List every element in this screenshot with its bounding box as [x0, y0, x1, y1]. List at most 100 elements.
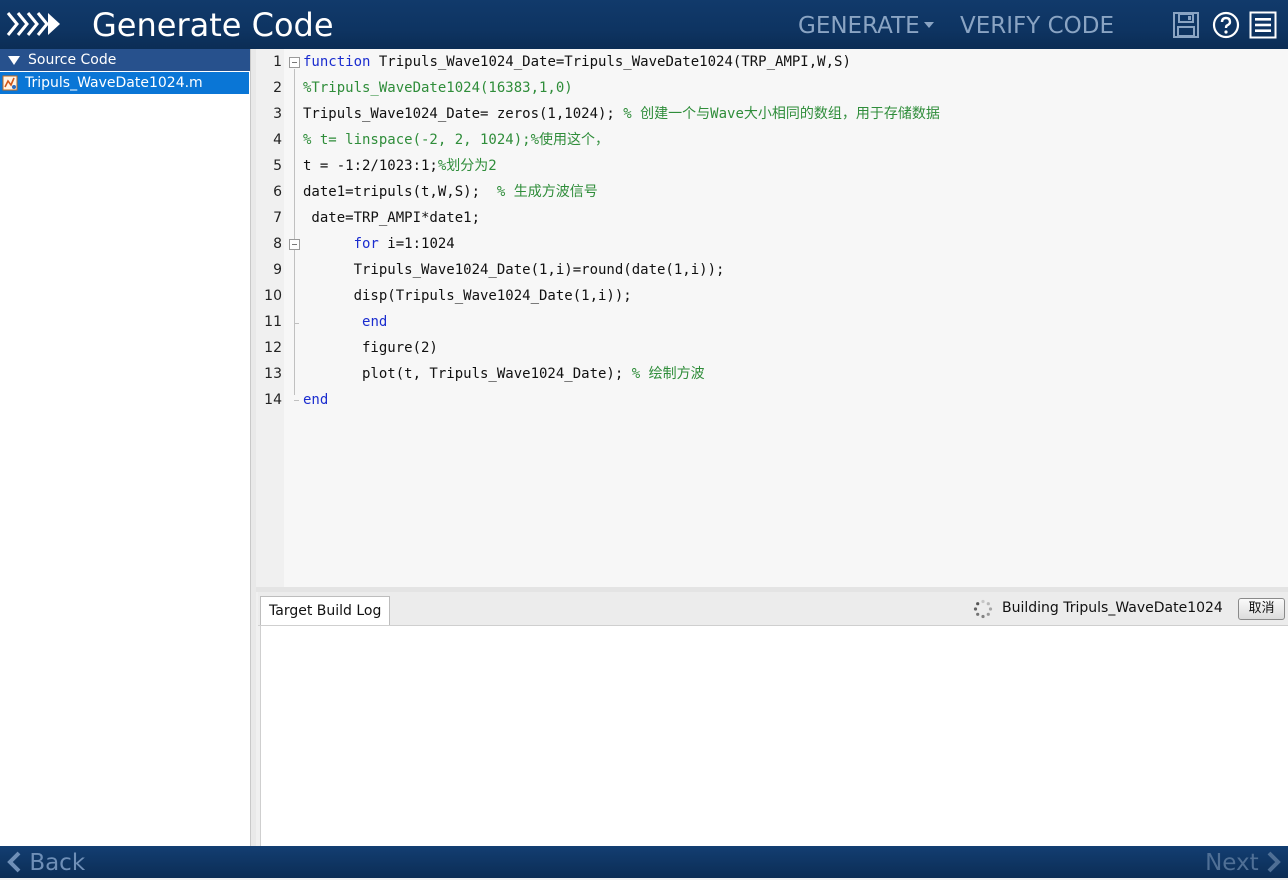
code-text: % t= linspace(-2, 2, 1024);%使用这个，: [303, 127, 609, 153]
source-file-label: Tripuls_WaveDate1024.m: [25, 75, 203, 91]
code-line[interactable]: 8 for i=1:1024: [256, 231, 1288, 257]
code-text: function Tripuls_Wave1024_Date=Tripuls_W…: [303, 49, 851, 75]
build-log-output[interactable]: [260, 626, 1288, 846]
source-file-item[interactable]: Tripuls_WaveDate1024.m: [0, 72, 249, 94]
matlab-file-icon: [2, 75, 18, 91]
code-line[interactable]: 2 %Tripuls_WaveDate1024(16383,1,0): [256, 75, 1288, 101]
line-number: 4: [273, 132, 282, 148]
code-text: t = -1:2/1023:1;%划分为2: [303, 153, 497, 179]
code-comment: % 创建一个与Wave大小相同的数组，用于存储数据: [623, 106, 940, 122]
header-bar: Generate Code GENERATE VERIFY CODE: [0, 0, 1288, 49]
code-token: Tripuls_Wave1024_Date=Tripuls_WaveDate10…: [370, 54, 851, 70]
fold-guide-end: [294, 323, 299, 324]
code-text: date1=tripuls(t,W,S); % 生成方波信号: [303, 179, 598, 205]
line-number: 12: [264, 340, 282, 356]
code-line[interactable]: 10 disp(Tripuls_Wave1024_Date(1,i));: [256, 283, 1288, 309]
code-token: disp(Tripuls_Wave1024_Date(1,i));: [303, 288, 632, 304]
code-text: figure(2): [303, 335, 438, 361]
line-number: 6: [273, 184, 282, 200]
code-token: Tripuls_Wave1024_Date(1,i)=round(date(1,…: [303, 262, 725, 278]
code-comment: % 生成方波信号: [496, 184, 598, 200]
line-number: 9: [273, 262, 282, 278]
line-number: 7: [273, 210, 282, 226]
fold-toggle-icon[interactable]: [289, 239, 300, 250]
code-line[interactable]: 7 date=TRP_AMPI*date1;: [256, 205, 1288, 231]
back-label: Back: [29, 850, 86, 876]
code-text: %Tripuls_WaveDate1024(16383,1,0): [303, 75, 573, 101]
hamburger-menu-icon[interactable]: [1249, 11, 1277, 39]
generate-label: GENERATE: [798, 13, 920, 39]
code-line[interactable]: 5 t = -1:2/1023:1;%划分为2: [256, 153, 1288, 179]
code-token: t = -1:2/1023:1;: [303, 158, 438, 174]
source-code-section-header[interactable]: Source Code: [0, 49, 250, 71]
verify-code-button[interactable]: VERIFY CODE: [960, 12, 1114, 40]
line-number: 2: [273, 80, 282, 96]
next-label: Next: [1205, 850, 1259, 876]
line-number: 8: [273, 236, 282, 252]
line-number: 5: [273, 158, 282, 174]
chevron-left-icon: [7, 851, 21, 872]
code-line[interactable]: 11 end: [256, 309, 1288, 335]
footer-bar: Back Next: [0, 846, 1288, 878]
code-keyword: function: [303, 54, 371, 70]
code-token: date1=tripuls(t,W,S);: [303, 184, 497, 200]
code-comment: %Tripuls_WaveDate1024(16383,1,0): [303, 80, 573, 96]
fold-guide: [294, 69, 295, 395]
code-line[interactable]: 9 Tripuls_Wave1024_Date(1,i)=round(date(…: [256, 257, 1288, 283]
next-button[interactable]: Next: [1205, 846, 1282, 878]
cancel-build-button[interactable]: 取消: [1238, 598, 1285, 620]
code-text: for i=1:1024: [303, 231, 455, 257]
code-line[interactable]: 6 date1=tripuls(t,W,S); % 生成方波信号: [256, 179, 1288, 205]
code-text: plot(t, Tripuls_Wave1024_Date); % 绘制方波: [303, 361, 705, 387]
generate-menu-button[interactable]: GENERATE: [798, 12, 934, 40]
page-title: Generate Code: [92, 6, 334, 44]
line-number: 3: [273, 106, 282, 122]
build-status-text: Building Tripuls_WaveDate1024: [1002, 600, 1223, 616]
code-line[interactable]: 4 % t= linspace(-2, 2, 1024);%使用这个，: [256, 127, 1288, 153]
back-button[interactable]: Back: [6, 846, 85, 878]
code-keyword: end: [303, 392, 329, 408]
code-keyword: for: [353, 236, 379, 252]
code-line[interactable]: 3 Tripuls_Wave1024_Date= zeros(1,1024); %…: [256, 101, 1288, 127]
code-comment: % 绘制方波: [631, 366, 705, 382]
caret-down-icon: [923, 21, 934, 28]
code-keyword: end: [362, 314, 388, 330]
collapse-triangle-icon[interactable]: [8, 56, 20, 65]
code-editor[interactable]: 1 function Tripuls_Wave1024_Date=Tripuls_…: [256, 49, 1288, 587]
tab-target-build-log[interactable]: Target Build Log: [260, 596, 391, 625]
code-token: Tripuls_Wave1024_Date= zeros(1,1024);: [303, 106, 624, 122]
code-text: date=TRP_AMPI*date1;: [303, 205, 480, 231]
source-code-panel: Source Code Tripuls_WaveDate1024.m: [0, 49, 251, 846]
save-icon[interactable]: [1172, 11, 1200, 39]
code-text: end: [303, 309, 387, 335]
code-line[interactable]: 13 plot(t, Tripuls_Wave1024_Date); % 绘制方…: [256, 361, 1288, 387]
code-line[interactable]: 14 end: [256, 387, 1288, 413]
fold-toggle-icon[interactable]: [289, 57, 300, 68]
code-line[interactable]: 1 function Tripuls_Wave1024_Date=Tripuls_…: [256, 49, 1288, 75]
line-number: 13: [264, 366, 282, 382]
code-text: Tripuls_Wave1024_Date(1,i)=round(date(1,…: [303, 257, 725, 283]
code-token: i=1:1024: [378, 236, 455, 252]
code-text: Tripuls_Wave1024_Date= zeros(1,1024); % …: [303, 101, 940, 127]
code-token: date=TRP_AMPI*date1;: [303, 210, 481, 226]
code-line[interactable]: 12 figure(2): [256, 335, 1288, 361]
line-number: 1: [273, 54, 282, 70]
code-token: figure(2): [303, 340, 438, 356]
fold-guide-end: [294, 400, 299, 401]
line-number: 10: [264, 288, 282, 304]
chevron-right-icon: [1267, 851, 1281, 872]
help-icon[interactable]: [1212, 11, 1240, 39]
code-text: end: [303, 387, 328, 413]
line-number: 14: [264, 392, 282, 408]
chevrons-logo-icon: [6, 12, 60, 36]
build-log-bar: Target Build Log Building Tripuls_WaveDa…: [258, 592, 1288, 626]
line-number: 11: [264, 314, 282, 330]
code-token: plot(t, Tripuls_Wave1024_Date);: [303, 366, 632, 382]
code-comment: %划分为2: [437, 158, 497, 174]
loading-spinner-icon: [973, 599, 993, 619]
source-code-section-label: Source Code: [28, 52, 117, 68]
code-text: disp(Tripuls_Wave1024_Date(1,i));: [303, 283, 632, 309]
code-comment: % t= linspace(-2, 2, 1024);%使用这个，: [303, 132, 610, 148]
